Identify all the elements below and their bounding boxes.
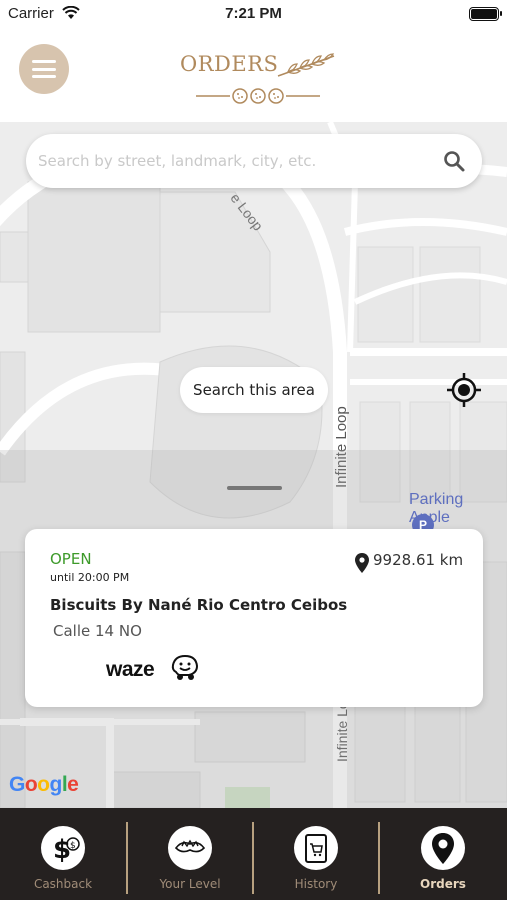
tab-orders[interactable]: Orders [380,808,506,900]
my-location-icon[interactable] [447,373,481,407]
location-pin-icon [421,826,465,870]
search-this-area-button[interactable]: Search this area [180,367,328,413]
map-view[interactable]: e Loop Infinite Loop Infinite Loop Parki… [0,122,507,808]
tablet-cart-icon [294,826,338,870]
wheat-icon [277,53,335,77]
tab-label: History [294,877,338,891]
crown-level-icon [168,826,212,870]
tab-label: Your Level [159,877,221,891]
bottom-tab-bar: $ $ Cashback Your Level History Orders [0,808,507,900]
app-header: ORDERS [0,28,507,122]
cashback-dollar-icon: $ $ [41,826,85,870]
clock: 7:21 PM [225,5,282,22]
store-card[interactable]: OPEN until 20:00 PM 9928.61 km Biscuits … [25,529,483,707]
app-logo: ORDERS [180,52,336,108]
cookies-ornament-icon [196,88,320,104]
store-name: Biscuits By Nané Rio Centro Ceibos [50,596,348,614]
search-bar[interactable] [26,134,482,188]
search-icon[interactable] [442,149,466,173]
tab-label: Orders [420,877,466,891]
tab-history[interactable]: History [253,808,379,900]
distance: 9928.61 km [373,551,464,569]
tab-your-level[interactable]: Your Level [127,808,253,900]
menu-button[interactable] [19,44,69,94]
google-attribution: Google [9,773,79,796]
battery-icon [469,7,502,21]
waze-wordmark: waze [106,658,155,681]
opening-hours: until 20:00 PM [50,571,130,584]
status-bar: Carrier 7:21 PM [0,0,507,28]
waze-icon [171,654,199,680]
waze-button[interactable]: waze [106,654,202,688]
svg-text:$: $ [70,841,76,851]
search-input[interactable] [38,144,418,178]
tab-cashback[interactable]: $ $ Cashback [0,808,126,900]
location-pin-icon [355,553,369,573]
tab-label: Cashback [33,877,93,891]
sheet-drag-handle[interactable] [227,486,282,490]
open-status: OPEN [50,550,92,568]
store-address: Calle 14 NO [53,622,142,640]
hamburger-menu-icon [32,60,56,63]
logo-text: ORDERS [180,52,279,76]
